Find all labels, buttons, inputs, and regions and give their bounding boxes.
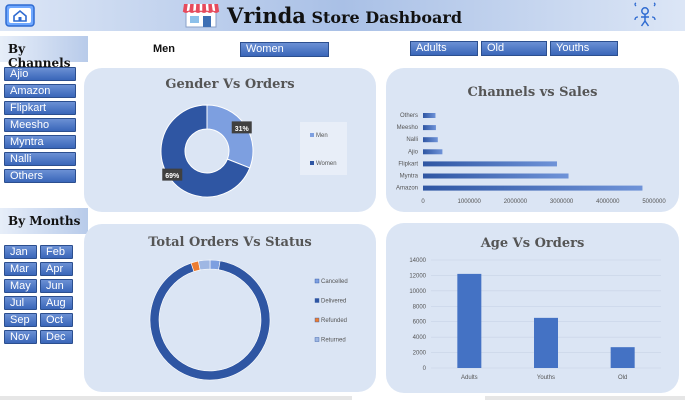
brand-name: Vrinda [227,3,306,28]
x-tick-youths: Youths [537,375,555,381]
bar-ajio [423,149,443,155]
month-aug[interactable]: Aug [40,296,73,310]
legend-label-women: Women [316,161,337,167]
channels-sales-chart: Others Meesho Nalli Ajio Flipkart Myntra Amazo… [396,113,666,205]
bar-others [423,113,436,118]
y-tick-amazon: Amazon [396,186,418,192]
donut-slice-returned [198,259,211,271]
dashboard-header: Vrinda Store Dashboard [0,0,685,31]
age-orders-panel: Age Vs Orders 0 2000 4000 6000 8000 10000 1200… [386,223,679,393]
channel-amazon[interactable]: Amazon [4,84,76,98]
y-tick-2: 4000 [413,335,427,341]
home-icon[interactable] [4,3,36,28]
segment-men[interactable]: Men [153,43,175,55]
month-mar[interactable]: Mar [4,262,37,276]
segment-old[interactable]: Old [481,41,547,56]
legend-box [300,122,347,175]
age-orders-chart: 0 2000 4000 6000 8000 10000 12000 14000 Adults Yo… [409,258,661,381]
y-tick-7: 14000 [409,258,426,264]
y-tick-others: Others [400,113,418,119]
legend-swatch-delivered [314,298,320,303]
y-tick-3: 6000 [413,320,427,326]
bar-amazon [423,185,643,191]
page-title: Vrinda Store Dashboard [227,3,462,28]
donut-slice-delivered [149,260,271,381]
legend-label-delivered: Delivered [321,299,346,305]
channel-meesho[interactable]: Meesho [4,118,76,132]
legend-swatch-cancelled [314,278,320,284]
y-tick-meesho: Meesho [397,125,419,131]
legend-label-returned: Returned [321,338,346,344]
month-oct[interactable]: Oct [40,313,73,327]
x-tick-0: 0 [421,199,425,205]
x-tick-5: 5000000 [642,199,666,205]
bar-nalli [423,137,438,143]
month-jul[interactable]: Jul [4,296,37,310]
y-tick-ajio: Ajio [408,149,419,155]
channel-nalli[interactable]: Nalli [4,152,76,166]
y-tick-myntra: Myntra [400,174,419,180]
gender-orders-panel: Gender Vs Orders 31% 69% Men Women [84,68,376,212]
channels-slicer-header: By Channels [0,36,88,70]
month-sep[interactable]: Sep [4,313,37,327]
month-jun[interactable]: Jun [40,279,73,293]
bar-myntra [423,173,569,179]
orders-status-chart: Cancelled Delivered Refunded Returned [149,259,348,381]
month-apr[interactable]: Apr [40,262,73,276]
legend-label-cancelled: Cancelled [321,279,348,285]
channel-ajio[interactable]: Ajio [4,67,76,81]
data-label-men: 31% [235,126,250,133]
legend-swatch-refunded [314,317,320,323]
y-tick-1: 2000 [413,351,427,357]
legend-label-men: Men [316,133,328,139]
title-text: Store Dashboard [305,8,462,27]
user-icon[interactable] [630,2,660,29]
gender-orders-chart: 31% 69% Men Women [160,104,347,198]
segment-adults[interactable]: Adults [410,41,478,56]
bar-old [610,347,635,368]
data-label-women: 69% [165,173,180,180]
y-tick-5: 10000 [409,289,426,295]
store-icon [182,3,220,28]
x-tick-2: 2000000 [504,199,528,205]
x-tick-1: 1000000 [458,199,482,205]
month-jan[interactable]: Jan [4,245,37,259]
y-tick-6: 12000 [409,273,426,279]
bar-flipkart [423,161,557,167]
legend-swatch-men [310,133,314,137]
month-feb[interactable]: Feb [40,245,73,259]
month-dec[interactable]: Dec [40,330,73,344]
channel-myntra[interactable]: Myntra [4,135,76,149]
legend-label-refunded: Refunded [321,318,347,324]
orders-status-panel: Total Orders Vs Status Cancelled Delivere… [84,224,376,392]
y-tick-0: 0 [423,366,427,372]
month-nov[interactable]: Nov [4,330,37,344]
channel-flipkart[interactable]: Flipkart [4,101,76,115]
bar-adults [457,273,482,368]
segment-youths[interactable]: Youths [550,41,618,56]
legend-swatch-women [310,161,314,165]
channel-others[interactable]: Others [4,169,76,183]
legend-swatch-returned [314,337,320,342]
x-tick-adults: Adults [461,375,478,381]
channels-sales-panel: Channels vs Sales Others Meesho Nalli Ajio F… [386,68,679,212]
months-slicer-header: By Months [0,208,88,234]
sheet-strip-right [485,396,685,400]
x-tick-3: 3000000 [550,199,574,205]
bar-meesho [423,125,436,131]
y-tick-nalli: Nalli [406,137,418,143]
sheet-strip-left [0,396,352,400]
donut-slice-men [206,104,254,169]
y-tick-4: 8000 [413,304,427,310]
x-tick-4: 4000000 [596,199,620,205]
bar-youths [534,317,558,368]
segment-women[interactable]: Women [240,42,329,57]
x-tick-old: Old [618,375,627,381]
y-tick-flipkart: Flipkart [398,161,418,167]
month-may[interactable]: May [4,279,37,293]
